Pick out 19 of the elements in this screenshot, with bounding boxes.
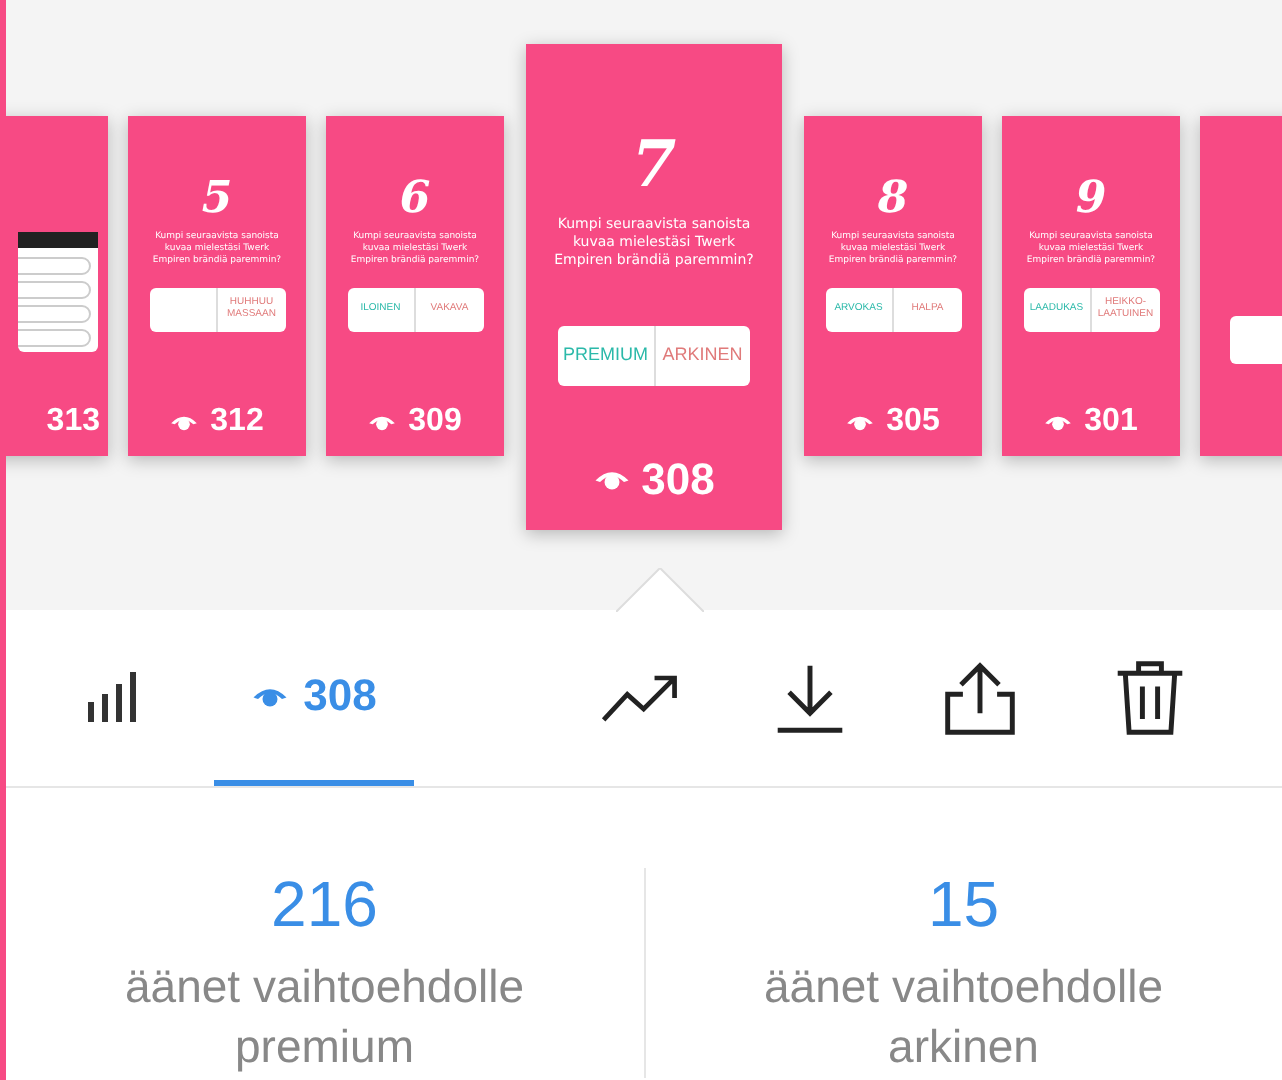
- vote-label: äänet vaihtoehdolle premium: [123, 958, 526, 1076]
- story-number: 6: [399, 176, 431, 220]
- view-count: 305: [886, 404, 940, 440]
- tab[interactable]: 308: [214, 610, 414, 786]
- story-card[interactable]: 313: [6, 116, 108, 456]
- view-count: 308: [641, 453, 715, 505]
- view-count: 301: [1084, 404, 1138, 440]
- story-number: 9: [1075, 176, 1107, 220]
- view-count: 313: [46, 404, 100, 440]
- story-number: 5: [201, 176, 233, 220]
- poll-option: ARKINEN: [662, 345, 743, 366]
- story-number: 8: [877, 176, 909, 220]
- story-number: 7: [631, 131, 677, 195]
- vote-count: 216: [271, 868, 378, 942]
- vote-label: äänet vaihtoehdolle arkinen: [762, 958, 1165, 1076]
- view-count: 309: [408, 404, 462, 440]
- vote-count: 15: [927, 868, 1000, 942]
- poll-option: PREMIUM: [563, 345, 648, 366]
- view-count: 312: [210, 404, 264, 440]
